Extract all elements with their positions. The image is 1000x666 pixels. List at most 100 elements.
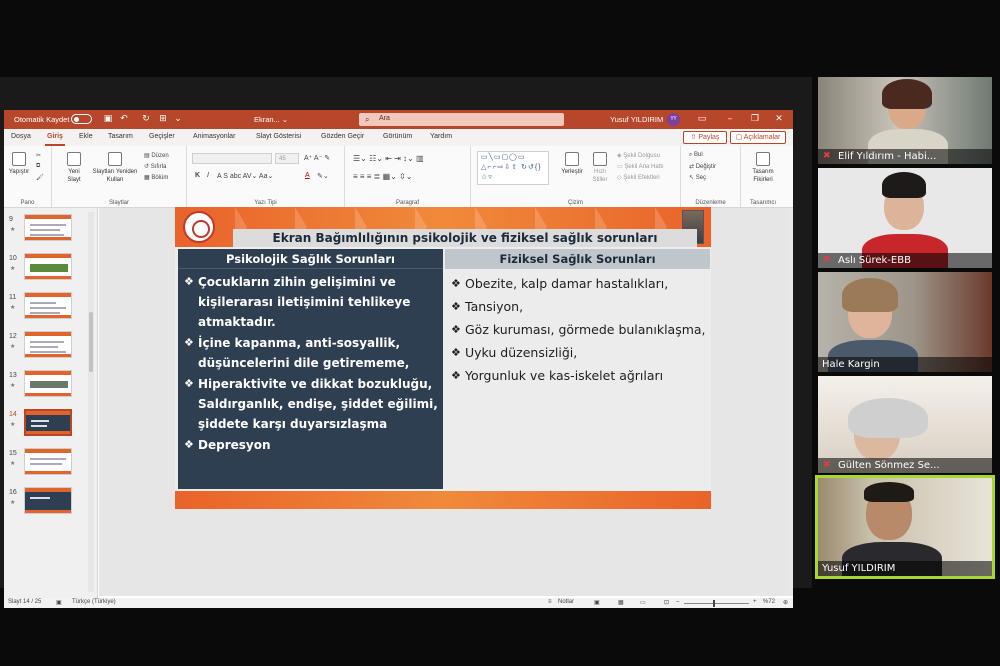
shapes-gallery[interactable]: ▭╲▭▢◯▭ △⌐⌐⇨⇩⇧ ↻↺{}☆▿	[477, 151, 549, 185]
tab-giris[interactable]: Giriş	[45, 133, 65, 146]
reuse-slides-button[interactable]: Slaytları Yeniden Kullan	[92, 152, 138, 184]
current-slide[interactable]: Ekran Bağımlılığının psikolojik ve fizik…	[175, 207, 711, 509]
design-ideas-label: Tasarım Fikirleri	[752, 169, 774, 183]
ribbon-group-yazi-tipi: 45 A⁺ A⁻ ✎ K I A S abc AV⌄ Aa⌄ A ✎⌄ Yazı…	[187, 146, 345, 208]
ribbon-display-icon[interactable]: ▭	[696, 113, 708, 125]
section-button[interactable]: ▦ Bölüm	[144, 174, 168, 181]
participant-tile[interactable]: Hale Kargin	[818, 272, 992, 372]
layout-button[interactable]: ▤ Düzen	[144, 152, 169, 159]
participant-tile[interactable]: ✖ Aslı Sürek-EBB	[818, 168, 992, 268]
ribbon: Yapıştır ✂ ⧉ 🖌 Pano Yeni Slayt Slaytları…	[4, 146, 793, 208]
animation-star-icon: ★	[10, 343, 16, 350]
reset-button[interactable]: ↺ Sıfırla	[144, 163, 166, 170]
participant-tile[interactable]: ✖ Elif Yıldırım - Habi...	[818, 77, 992, 164]
participant-name: Hale Kargin	[822, 359, 880, 370]
user-name[interactable]: Yusuf YILDIRIM	[610, 115, 663, 124]
comments-button[interactable]: ▢ Açıklamalar	[730, 131, 786, 144]
spellcheck-icon[interactable]: ▣	[56, 599, 62, 606]
arrange-button[interactable]: Yerleştir	[557, 152, 587, 176]
design-ideas-button[interactable]: Tasarım Fikirleri	[745, 152, 781, 184]
restore-icon[interactable]: ❐	[749, 113, 761, 125]
replace-button[interactable]: ⇄ Değiştir	[689, 163, 716, 170]
search-placeholder: Ara	[379, 115, 390, 122]
close-icon[interactable]: ✕	[773, 113, 785, 125]
menu-bar: Dosya Giriş Ekle Tasarım Geçişler Animas…	[4, 129, 793, 146]
search-icon: ⌕	[365, 115, 370, 124]
select-button[interactable]: ↖ Seç	[689, 174, 706, 181]
zoom-level[interactable]: %72	[763, 599, 775, 605]
align-icons[interactable]: ≡ ≡ ≡ ≣ ▦⌄ ⇳⌄	[353, 172, 413, 181]
tab-yardim[interactable]: Yardım	[430, 133, 452, 140]
cut-icon[interactable]: ✂	[36, 152, 41, 159]
document-name[interactable]: Ekran... ⌄	[254, 115, 288, 124]
present-icon[interactable]: ⊞	[157, 113, 169, 125]
fit-slide-icon[interactable]: ⊕	[783, 599, 788, 606]
tab-gozden-gecir[interactable]: Gözden Geçir	[321, 133, 364, 140]
normal-view-icon[interactable]: ▣	[594, 599, 600, 606]
grow-font-icon[interactable]: A⁺ A⁻ ✎	[304, 154, 330, 162]
slide-thumbnail[interactable]: 12 ★	[4, 329, 97, 367]
language-label[interactable]: Türkçe (Türkiye)	[72, 599, 116, 605]
participant-tile[interactable]: ✖ Gülten Sönmez Se...	[818, 376, 992, 473]
zoom-in-icon[interactable]: +	[753, 599, 757, 605]
zoom-slider-knob[interactable]	[713, 600, 715, 607]
redo-icon[interactable]: ↻	[140, 113, 152, 125]
notes-button[interactable]: Notlar	[558, 599, 574, 605]
slide-thumbnail[interactable]: 9 ★	[4, 212, 97, 250]
quick-styles-button[interactable]: Hızlı Stiller	[587, 152, 613, 184]
slide-sorter-icon[interactable]: ▦	[618, 599, 624, 606]
participant-hair	[882, 79, 932, 109]
format-icons[interactable]: A S abc AV⌄ Aa⌄	[217, 172, 273, 180]
slide-thumbnail[interactable]: 15 ★	[4, 446, 97, 484]
tab-dosya[interactable]: Dosya	[11, 133, 31, 140]
undo-icon[interactable]: ↶	[118, 113, 130, 125]
slide-thumbnail-selected[interactable]: 14 ★	[4, 407, 97, 445]
autosave-toggle[interactable]	[71, 114, 92, 124]
participant-tile-active-speaker[interactable]: Yusuf YILDIRIM	[815, 475, 995, 579]
tab-tasarim[interactable]: Tasarım	[108, 133, 133, 140]
highlight-icon[interactable]: ✎⌄	[317, 172, 329, 180]
shape-fill-button[interactable]: ◈ Şekil Dolgusu	[617, 152, 660, 159]
tab-gecisler[interactable]: Geçişler	[149, 133, 175, 140]
tab-animasyonlar[interactable]: Animasyonlar	[193, 133, 235, 140]
tab-gorunum[interactable]: Görünüm	[383, 133, 412, 140]
zoom-slider[interactable]	[684, 603, 749, 604]
reading-view-icon[interactable]: ▭	[640, 599, 646, 606]
slide-thumbnail[interactable]: 13 ★	[4, 368, 97, 406]
tab-slayt-gosterisi[interactable]: Slayt Gösterisi	[256, 133, 301, 140]
minimize-icon[interactable]: –	[724, 113, 736, 125]
italic-button[interactable]: I	[207, 172, 209, 179]
copy-icon[interactable]: ⧉	[36, 163, 40, 170]
animation-star-icon: ★	[10, 265, 16, 272]
participant-hair	[842, 278, 898, 312]
format-painter-icon[interactable]: 🖌	[36, 174, 44, 181]
tab-ekle[interactable]: Ekle	[79, 133, 93, 140]
new-slide-button[interactable]: Yeni Slayt	[62, 152, 86, 184]
list-item: Yorgunluk ve kas-iskelet ağrıları	[451, 364, 706, 387]
share-button[interactable]: ⇧ Paylaş	[683, 131, 727, 144]
bold-button[interactable]: K	[195, 172, 200, 179]
zoom-out-icon[interactable]: –	[676, 599, 679, 605]
canvas-scrollbar[interactable]	[788, 210, 793, 594]
slideshow-icon[interactable]: ⊡	[664, 599, 669, 606]
save-icon[interactable]: ▣	[102, 113, 114, 125]
font-size-dropdown[interactable]: 45	[275, 153, 299, 164]
font-name-dropdown[interactable]	[192, 153, 272, 164]
thumbnails-scrollbar[interactable]	[88, 212, 94, 592]
user-avatar[interactable]: YY	[667, 113, 680, 126]
font-color-button[interactable]: A	[305, 172, 310, 179]
list-icons[interactable]: ☰⌄ ☷⌄ ⇤ ⇥ ↕⌄ ▥	[353, 154, 424, 163]
customize-icon[interactable]: ⌄	[172, 113, 184, 125]
search-box[interactable]: ⌕ Ara	[359, 113, 564, 126]
paste-button[interactable]: Yapıştır	[8, 152, 30, 176]
scrollbar-handle[interactable]	[89, 312, 93, 372]
mic-muted-icon: ✖	[823, 151, 831, 161]
slide-thumbnail[interactable]: 16 ★	[4, 485, 97, 523]
animation-star-icon: ★	[10, 382, 16, 389]
thumbnail-image	[24, 448, 72, 475]
shape-effects-button[interactable]: ◇ Şekil Efektleri	[617, 174, 660, 181]
shape-outline-button[interactable]: ▭ Şekil Ana Hattı	[617, 163, 664, 170]
slide-thumbnail[interactable]: 10 ★	[4, 251, 97, 289]
find-button[interactable]: ⌕ Bul	[689, 152, 703, 159]
slide-thumbnail[interactable]: 11 ★	[4, 290, 97, 328]
